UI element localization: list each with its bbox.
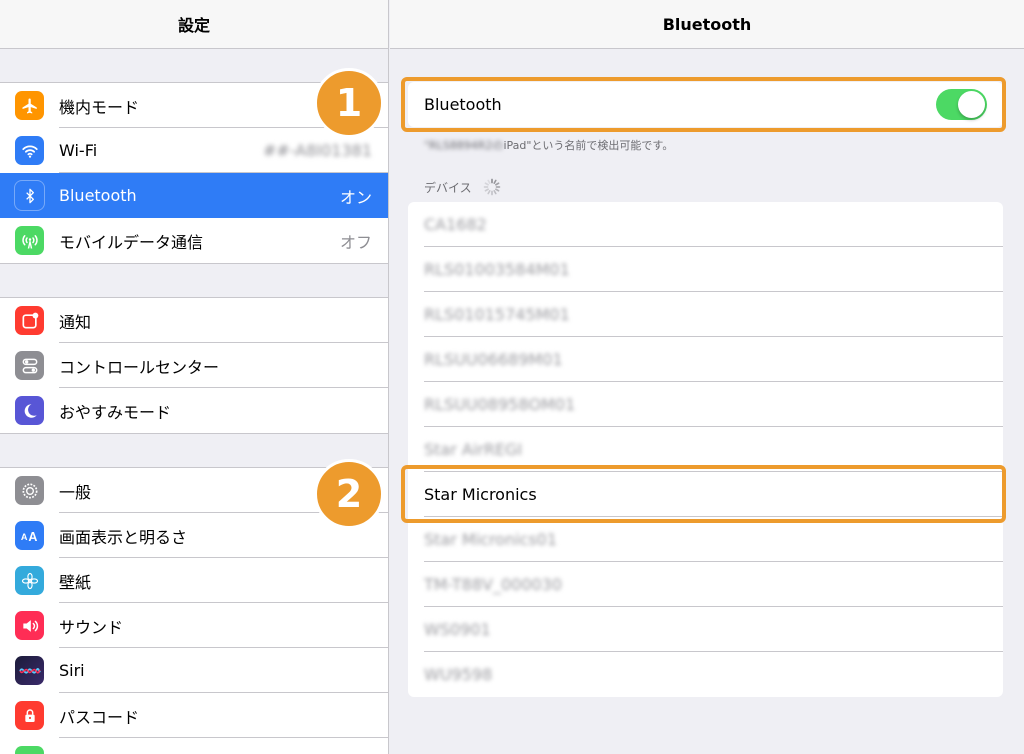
bluetooth-status-value: オン [339,187,372,207]
device-name: CA1682 [424,215,487,234]
sidebar-item-label: モバイルデータ通信 [59,232,204,252]
bluetooth-toggle-card: Bluetooth [408,82,1003,127]
device-name: RLSUU08958OM01 [424,395,576,414]
sidebar-item-label: Wi-Fi [59,141,98,160]
device-row[interactable]: Star AirREGI [408,427,1003,472]
sidebar-item-bluetooth[interactable]: Bluetooth オン [0,173,388,218]
device-name: RLS01015745M01 [424,305,570,324]
device-name: TM-T88V_000030 [424,575,563,594]
device-row[interactable]: RLS01003584M01 [408,247,1003,292]
bluetooth-icon [15,181,44,210]
settings-group-notifications: 通知 コントロールセンター おやすみモード [0,297,388,434]
device-row[interactable]: RLSUU08958OM01 [408,382,1003,427]
device-name: RLSUU06689M01 [424,350,563,369]
wifi-network-name: ##-A8I01381 [263,141,372,160]
bluetooth-toggle-switch[interactable] [936,89,987,120]
device-row[interactable]: TM-T88V_000030 [408,562,1003,607]
cellular-status-value: オフ [339,232,372,252]
sidebar-title: 設定 [177,16,210,35]
moon-icon [15,396,44,425]
device-name: Star AirREGI [424,440,523,459]
sidebar-item-label: Bluetooth [59,186,137,205]
detail-title: Bluetooth [662,14,752,34]
sidebar-item-notifications[interactable]: 通知 [0,298,388,343]
sound-icon [15,611,44,640]
sidebar-item-control-center[interactable]: コントロールセンター [0,343,388,388]
sidebar-item-siri[interactable]: Siri [0,648,388,693]
sidebar-item-label: サウンド [59,617,124,637]
device-row[interactable]: WS0901 [408,607,1003,652]
device-name: RLS01003584M01 [424,260,570,279]
wallpaper-icon [15,566,44,595]
sidebar-item-sounds[interactable]: サウンド [0,603,388,648]
step-1-callout: 1 [314,68,384,138]
devices-header-label: デバイス [424,181,472,195]
sidebar-item-label: コントロールセンター [59,357,220,377]
lock-icon [15,701,44,730]
device-row-star-micronics[interactable]: Star Micronics [408,472,1003,517]
svg-text:A: A [28,530,37,544]
device-name: Star Micronics [424,485,537,504]
notifications-icon [15,306,44,335]
gear-icon [15,476,44,505]
devices-list: CA1682 RLS01003584M01 RLS01015745M01 RLS… [408,202,1003,697]
bluetooth-toggle-label: Bluetooth [424,95,502,114]
sidebar-item-label: パスコード [59,707,140,727]
device-row[interactable]: CA1682 [408,202,1003,247]
device-row[interactable]: WU9598 [408,652,1003,697]
device-name: Star Micronics01 [424,530,558,549]
next-setting-icon [15,746,44,754]
sidebar-nav-bar: 設定 [0,0,388,49]
cellular-icon [15,226,44,255]
discoverable-caption: "RLS8894R2のiPad"という名前で検出可能です。 [424,137,673,153]
step-2-number: 2 [335,472,363,516]
sidebar-item-wallpaper[interactable]: 壁紙 [0,558,388,603]
device-row[interactable]: RLSUU06689M01 [408,337,1003,382]
sidebar-item-next[interactable] [0,738,388,754]
discoverable-text: iPad"という名前で検出可能です。 [503,139,674,152]
control-center-icon [15,351,44,380]
bluetooth-toggle-row: Bluetooth [408,82,1003,127]
wifi-icon [15,136,44,165]
devices-header: デバイス [424,178,501,199]
device-owner-name: "RLS8894R2の [424,139,504,152]
sidebar-item-label: おやすみモード [59,402,172,422]
step-2-callout: 2 [314,459,384,529]
device-name: WS0901 [424,620,491,639]
sidebar-item-wifi[interactable]: Wi-Fi ##-A8I01381 [0,128,388,173]
device-name: WU9598 [424,665,493,684]
device-row[interactable]: RLS01015745M01 [408,292,1003,337]
sidebar-item-label: 通知 [59,312,92,332]
display-brightness-icon: AA [15,521,44,550]
detail-nav-bar: Bluetooth [390,0,1024,49]
toggle-knob [958,91,985,118]
svg-text:A: A [20,532,27,542]
airplane-icon [15,91,44,120]
step-1-number: 1 [335,81,363,125]
device-row[interactable]: Star Micronics01 [408,517,1003,562]
sidebar-item-label: Siri [59,661,85,680]
siri-icon [15,656,44,685]
bluetooth-detail-pane: Bluetooth Bluetooth "RLS8894R2のiPad"という名… [390,0,1024,754]
sidebar-item-passcode[interactable]: パスコード [0,693,388,738]
sidebar-item-label: 壁紙 [59,572,92,592]
loading-spinner-icon [483,178,501,199]
sidebar-item-do-not-disturb[interactable]: おやすみモード [0,388,388,433]
sidebar-item-cellular[interactable]: モバイルデータ通信 オフ [0,218,388,263]
